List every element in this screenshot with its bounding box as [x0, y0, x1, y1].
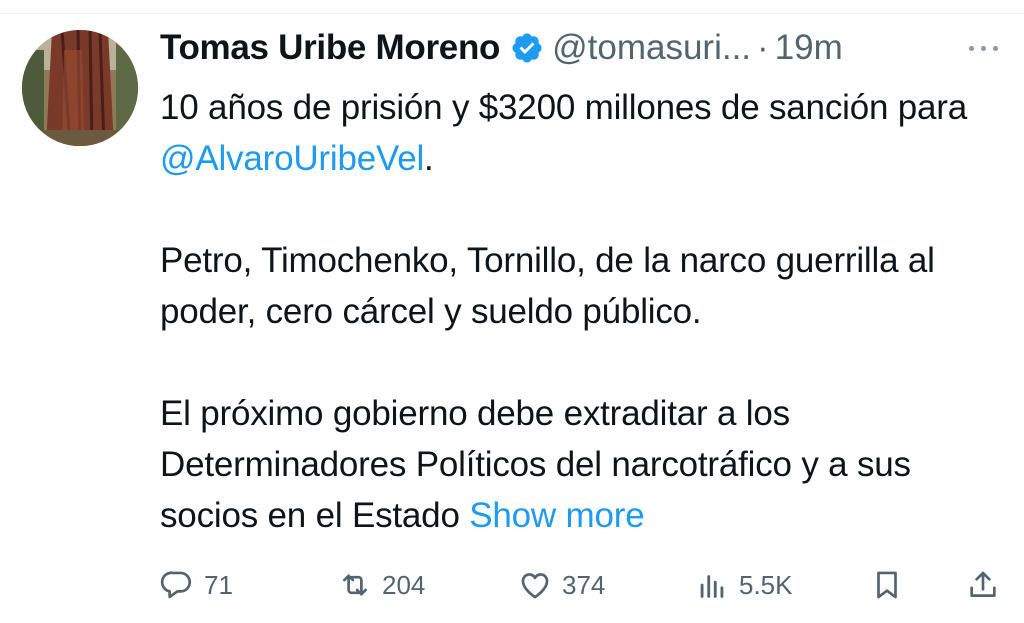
avatar[interactable]: [22, 30, 138, 146]
author-display-name[interactable]: Tomas Uribe Moreno: [160, 28, 500, 68]
like-button[interactable]: 374: [518, 566, 605, 604]
retweet-count: 204: [382, 569, 426, 600]
retweet-button[interactable]: 204: [338, 566, 425, 604]
bookmark-button[interactable]: [870, 566, 904, 604]
tweet-paragraph-2: Petro, Timochenko, Tornillo, de la narco…: [160, 241, 935, 331]
views-button[interactable]: 5.5K: [695, 566, 793, 604]
reply-count: 71: [204, 569, 233, 600]
reply-icon: [160, 571, 192, 599]
avatar-image: [22, 30, 138, 146]
author-handle[interactable]: @tomasuri...: [552, 28, 751, 68]
show-more-link[interactable]: Show more: [469, 496, 644, 535]
share-button[interactable]: [966, 566, 1000, 604]
more-icon[interactable]: [969, 45, 1002, 51]
tweet-text-1-suffix: .: [424, 139, 434, 178]
top-divider: [0, 13, 1024, 14]
tweet-text-1: 10 años de prisión y $3200 millones de s…: [160, 88, 968, 127]
separator-dot: ·: [757, 28, 769, 67]
tweet-actions: 71 204 374 5.5K: [160, 566, 1000, 604]
views-icon: [700, 575, 724, 598]
tweet-body: 10 años de prisión y $3200 millones de s…: [160, 82, 1002, 541]
like-count: 374: [562, 569, 606, 600]
views-count: 5.5K: [739, 569, 793, 600]
bookmark-icon: [877, 571, 897, 599]
tweet-header: Tomas Uribe Moreno @tomasuri... · 19m: [160, 26, 1002, 70]
retweet-icon: [343, 574, 367, 596]
mention-link[interactable]: @AlvaroUribeVel: [160, 139, 424, 178]
heart-icon: [521, 573, 549, 599]
tweet-paragraph-1: 10 años de prisión y $3200 millones de s…: [160, 82, 1002, 184]
tweet-timestamp[interactable]: 19m: [775, 28, 843, 68]
share-icon: [970, 571, 996, 597]
verified-badge-icon: [512, 33, 542, 63]
tweet-content: Tomas Uribe Moreno @tomasuri... · 19m 10…: [160, 26, 1002, 541]
tweet-paragraph-3: El próximo gobierno debe extraditar a lo…: [160, 388, 1002, 541]
reply-button[interactable]: 71: [160, 566, 233, 604]
